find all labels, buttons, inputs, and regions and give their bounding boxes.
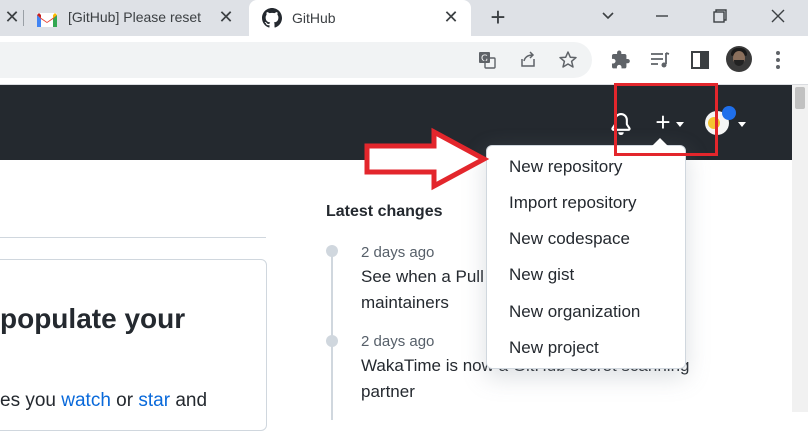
- tab-github[interactable]: GitHub ✕: [249, 0, 471, 36]
- annotation-arrow: [364, 127, 490, 191]
- latest-changes-heading: Latest changes: [326, 203, 443, 220]
- extensions-icon[interactable]: [609, 48, 633, 72]
- tab-partial[interactable]: ✕: [0, 0, 22, 34]
- entry-time: 2 days ago: [361, 244, 435, 261]
- card-text: es you watch or star and: [0, 390, 207, 412]
- card-text-or: or: [110, 390, 139, 411]
- annotation-highlight-box: [614, 83, 718, 156]
- new-tab-button[interactable]: +: [486, 4, 510, 30]
- timeline-dot: [326, 245, 338, 257]
- scrollbar[interactable]: [792, 85, 808, 412]
- new-project-item[interactable]: New project: [509, 338, 599, 358]
- tab-gmail[interactable]: [GitHub] Please reset ✕: [24, 0, 246, 34]
- new-codespace-item[interactable]: New codespace: [509, 229, 630, 249]
- media-icon[interactable]: [648, 48, 672, 72]
- entry-time: 2 days ago: [361, 333, 435, 350]
- minimize-icon[interactable]: [650, 4, 674, 28]
- profile-avatar[interactable]: [726, 46, 752, 72]
- browser-toolbar: G: [0, 36, 808, 85]
- status-dot: [722, 106, 736, 120]
- new-gist-item[interactable]: New gist: [509, 265, 574, 285]
- browser-tab-strip: ✕ [GitHub] Please reset ✕ GitHub ✕ +: [0, 0, 808, 36]
- star-icon[interactable]: [558, 50, 578, 70]
- import-repository-item[interactable]: Import repository: [509, 193, 637, 213]
- chevron-down-icon: [738, 122, 746, 127]
- tab-title: GitHub: [292, 10, 336, 26]
- new-repository-item[interactable]: New repository: [509, 157, 622, 177]
- share-icon[interactable]: [518, 50, 538, 70]
- tab-close-icon[interactable]: ✕: [4, 8, 20, 26]
- close-icon[interactable]: [766, 4, 790, 28]
- card-text-prefix: es you: [0, 390, 62, 411]
- card-text-and: and: [170, 390, 208, 411]
- timeline-dot: [326, 335, 338, 347]
- menu-kebab-icon[interactable]: [766, 48, 790, 72]
- translate-icon[interactable]: G: [477, 50, 497, 70]
- tab-title: [GitHub] Please reset: [68, 9, 202, 25]
- star-link[interactable]: star: [138, 390, 170, 411]
- chevron-down-icon[interactable]: [596, 4, 620, 28]
- github-icon: [262, 8, 282, 28]
- tab-close-icon[interactable]: ✕: [443, 8, 459, 26]
- gmail-icon: [37, 13, 57, 27]
- side-panel-icon[interactable]: [688, 48, 712, 72]
- tab-close-icon[interactable]: ✕: [218, 8, 234, 26]
- card-title: populate your: [0, 303, 186, 334]
- restore-icon[interactable]: [708, 4, 732, 28]
- entry-line: partner: [361, 382, 415, 401]
- divider: [0, 237, 266, 238]
- watch-link[interactable]: watch: [61, 390, 111, 411]
- new-organization-item[interactable]: New organization: [509, 302, 640, 322]
- create-new-dropdown: New repository Import repository New cod…: [486, 145, 686, 369]
- address-bar[interactable]: G: [0, 42, 592, 78]
